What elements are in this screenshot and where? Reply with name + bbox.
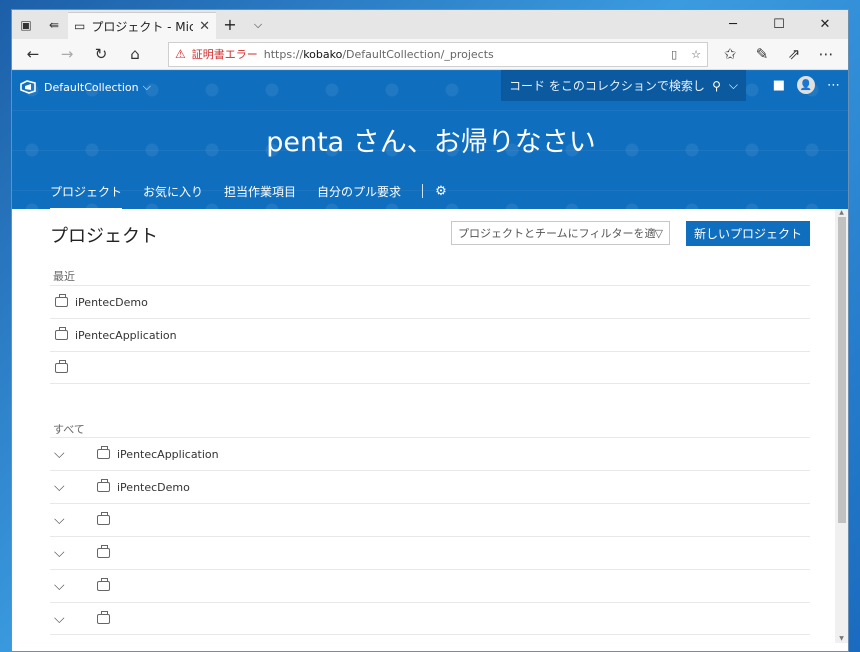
collection-selector[interactable]: DefaultCollection ⌵ (44, 80, 151, 94)
marketplace-bag-icon[interactable]: ■ (773, 78, 785, 93)
reading-view-icon[interactable]: ▯ (671, 48, 677, 61)
list-item[interactable] (50, 351, 810, 384)
more-actions-icon[interactable]: ⋯ (827, 78, 840, 93)
project-icon (97, 610, 110, 624)
tab-title: プロジェクト - Microsoft Te (91, 19, 193, 34)
address-bar: ← → ↻ ⌂ ⚠ 証明書エラー https://kobako/DefaultC… (12, 39, 848, 70)
all-section-label: すべて (53, 423, 85, 436)
tab-favorites[interactable]: お気に入り (143, 177, 203, 211)
table-row[interactable]: ⌵ (50, 602, 810, 635)
expand-chevron-icon[interactable]: ⌵ (54, 611, 82, 627)
url-input[interactable]: ⚠ 証明書エラー https://kobako/DefaultCollectio… (168, 41, 708, 67)
refresh-button[interactable]: ↻ (84, 40, 118, 68)
ado-header: DefaultCollection ⌵ コード をこのコレクションで検索しま ⚲… (12, 70, 848, 211)
tab-projects[interactable]: プロジェクト (50, 177, 123, 211)
tab-actions-icon[interactable]: ▣ (12, 10, 40, 39)
project-name[interactable]: iPentecApplication (117, 448, 219, 461)
project-icon (97, 578, 110, 591)
table-row[interactable]: ⌵ (50, 569, 810, 602)
tab-my-work-items[interactable]: 担当作業項目 (224, 177, 296, 211)
title-bar: ▣ ⇚ ▭ プロジェクト - Microsoft Te ✕ + ⌵ ─ ☐ ✕ (12, 10, 848, 39)
url-text: https://kobako/DefaultCollection/_projec… (263, 47, 494, 61)
tab-list-chevron-icon[interactable]: ⌵ (244, 10, 272, 39)
vertical-scrollbar[interactable]: ▲ ▼ (835, 209, 848, 643)
page-icon: ▭ (74, 19, 86, 33)
user-avatar[interactable]: 👤 (797, 76, 815, 94)
scroll-down-icon[interactable]: ▼ (835, 635, 848, 643)
page-title: プロジェクト (50, 226, 158, 247)
search-options-chevron-icon[interactable]: ⌵ (729, 78, 738, 93)
project-icon (55, 359, 68, 373)
expand-chevron-icon[interactable]: ⌵ (54, 479, 82, 495)
minimize-button[interactable]: ─ (710, 10, 756, 39)
new-project-button[interactable]: 新しいプロジェクト (686, 221, 810, 246)
new-tab-button[interactable]: + (216, 10, 244, 39)
table-row[interactable]: ⌵ (50, 503, 810, 536)
all-projects-list: ⌵ iPentecApplication ⌵ iPentecDemo ⌵ ⌵ ⌵ (50, 437, 810, 635)
back-button[interactable]: ← (16, 40, 50, 68)
share-icon[interactable]: ⇗ (778, 40, 810, 68)
web-note-icon[interactable]: ✎ (746, 40, 778, 68)
cert-error-label[interactable]: 証明書エラー (192, 46, 258, 62)
browser-tab[interactable]: ▭ プロジェクト - Microsoft Te ✕ (68, 12, 216, 39)
tab-divider (422, 184, 424, 198)
list-item[interactable]: iPentecApplication (50, 318, 810, 351)
list-item[interactable]: iPentecDemo (50, 285, 810, 318)
filter-funnel-icon: ▽ (654, 226, 663, 240)
azure-devops-logo-icon[interactable] (20, 80, 36, 94)
project-filter-input[interactable]: プロジェクトとチームにフィルターを適用 ▽ (451, 221, 670, 245)
favorite-star-icon[interactable]: ☆ (691, 48, 701, 61)
expand-chevron-icon[interactable]: ⌵ (54, 545, 82, 561)
browser-window: ▣ ⇚ ▭ プロジェクト - Microsoft Te ✕ + ⌵ ─ ☐ ✕ … (11, 9, 849, 652)
filter-placeholder: プロジェクトとチームにフィルターを適用 (458, 227, 655, 240)
expand-chevron-icon[interactable]: ⌵ (54, 512, 82, 528)
project-icon (97, 479, 110, 492)
expand-chevron-icon[interactable]: ⌵ (54, 446, 82, 462)
search-placeholder: コード をこのコレクションで検索しま (509, 79, 705, 93)
project-icon (97, 512, 110, 525)
code-search-input[interactable]: コード をこのコレクションで検索しま ⚲ ⌵ (501, 70, 746, 101)
tab-close-icon[interactable]: ✕ (199, 19, 210, 34)
project-icon (97, 446, 110, 459)
warning-icon: ⚠ (175, 47, 186, 61)
recent-section-label: 最近 (53, 270, 75, 283)
table-row[interactable]: ⌵ iPentecDemo (50, 470, 810, 503)
close-window-button[interactable]: ✕ (802, 10, 848, 39)
set-tabs-aside-icon[interactable]: ⇚ (40, 10, 68, 39)
project-name[interactable]: iPentecApplication (75, 329, 177, 342)
project-icon (97, 545, 110, 558)
table-row[interactable]: ⌵ iPentecApplication (50, 437, 810, 470)
chevron-down-icon: ⌵ (142, 80, 151, 93)
expand-chevron-icon[interactable]: ⌵ (54, 578, 82, 594)
hub-tabs: プロジェクト お気に入り 担当作業項目 自分のプル要求 ⚙ (50, 177, 447, 211)
project-name[interactable]: iPentecDemo (117, 481, 190, 494)
project-name[interactable]: iPentecDemo (75, 296, 148, 309)
search-icon[interactable]: ⚲ (712, 79, 721, 93)
recent-projects-list: iPentecDemo iPentecApplication (50, 285, 810, 384)
forward-button[interactable]: → (50, 40, 84, 68)
table-row[interactable]: ⌵ (50, 536, 810, 569)
scroll-up-icon[interactable]: ▲ (835, 209, 848, 217)
scrollbar-thumb[interactable] (838, 217, 846, 523)
gear-icon[interactable]: ⚙ (435, 184, 447, 205)
home-button[interactable]: ⌂ (118, 40, 152, 68)
collection-name: DefaultCollection (44, 80, 139, 94)
project-icon (55, 294, 68, 307)
more-icon[interactable]: ⋯ (810, 40, 842, 68)
maximize-button[interactable]: ☐ (756, 10, 802, 39)
welcome-heading: penta さん、お帰りなさい (266, 127, 596, 158)
projects-content: プロジェクト プロジェクトとチームにフィルターを適用 ▽ 新しいプロジェクト 最… (12, 209, 848, 643)
tab-my-pull-requests[interactable]: 自分のプル要求 (317, 177, 401, 211)
favorites-hub-icon[interactable]: ✩ (714, 40, 746, 68)
project-icon (55, 327, 68, 340)
